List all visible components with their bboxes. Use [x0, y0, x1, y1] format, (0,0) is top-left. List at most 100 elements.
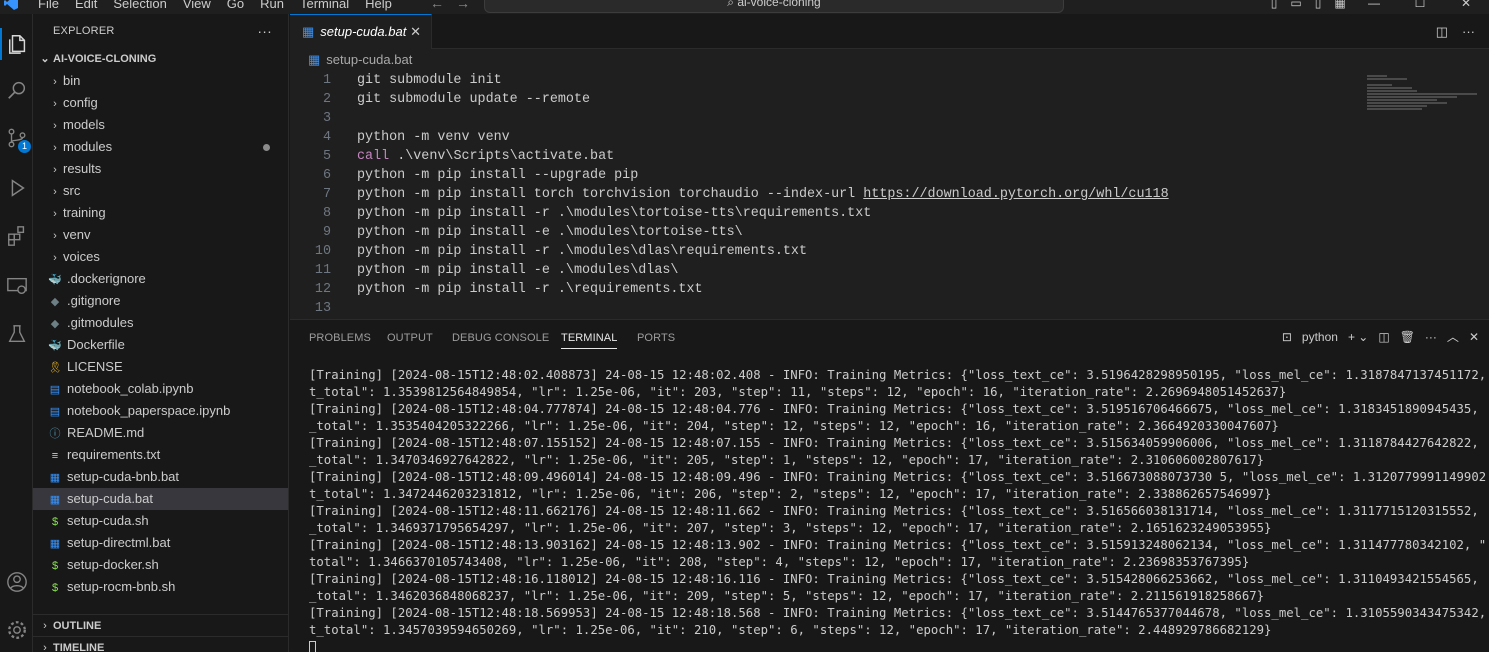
code-editor[interactable]: ▦ setup-cuda.bat 1 git submodule init 2 git …	[290, 49, 1489, 319]
more-actions-icon[interactable]: ···	[257, 14, 272, 48]
tab-debug-console[interactable]: DEBUG CONSOLE	[452, 332, 549, 344]
trash-icon[interactable]: 🗑	[1400, 330, 1415, 344]
run-debug-icon[interactable]	[0, 172, 33, 204]
file-item[interactable]: ≡ requirements.txt	[33, 444, 288, 466]
chevron-right-icon: ›	[53, 120, 57, 132]
file-item[interactable]: ▦ setup-cuda.bat	[33, 488, 288, 510]
tab-ports[interactable]: PORTS	[637, 332, 675, 344]
chevron-right-icon: ›	[53, 164, 57, 176]
close-panel-icon[interactable]: ✕	[1469, 330, 1479, 344]
new-terminal-icon[interactable]: + ⌄	[1348, 330, 1368, 344]
file-label: setup-rocm-bnb.sh	[67, 579, 176, 594]
remote-explorer-icon[interactable]	[0, 270, 33, 302]
maximize-button[interactable]: ☐	[1397, 0, 1443, 10]
menu-item-terminal[interactable]: Terminal	[292, 0, 357, 12]
search-icon[interactable]	[0, 74, 33, 106]
folder-models[interactable]: › models	[33, 114, 288, 136]
chevron-right-icon: ›	[43, 620, 47, 632]
close-window-button[interactable]: ✕	[1443, 0, 1489, 10]
close-icon[interactable]: ✕	[410, 15, 421, 49]
menu-item-edit[interactable]: Edit	[67, 0, 105, 12]
windows-icon: ▦	[49, 472, 61, 484]
toggle-panel-icon[interactable]: ▭	[1285, 0, 1307, 10]
file-item[interactable]: 🐳 .dockerignore	[33, 268, 288, 290]
folder-config[interactable]: › config	[33, 92, 288, 114]
tab-terminal[interactable]: TERMINAL	[561, 332, 618, 349]
file-item[interactable]: ◆ .gitignore	[33, 290, 288, 312]
extensions-icon[interactable]	[0, 220, 33, 252]
title-bar: File Edit Selection View Go Run Terminal Help ←…	[0, 0, 1489, 14]
line-content: git submodule update --remote	[357, 92, 591, 107]
customize-layout-icon[interactable]: ▦	[1329, 0, 1351, 10]
file-label: notebook_paperspace.ipynb	[67, 403, 231, 418]
file-label: requirements.txt	[67, 447, 161, 462]
code-line: 11 python -m pip install -e .\modules\dla…	[290, 261, 1489, 280]
menu-item-go[interactable]: Go	[219, 0, 252, 12]
command-center[interactable]: ⌕ ai-voice-cloning	[484, 0, 1064, 13]
folder-label: modules	[63, 139, 113, 154]
terminal-line: total": 1.3466370105743408, "lr": 1.25e-…	[309, 555, 1250, 569]
file-item[interactable]: ▦ setup-cuda-bnb.bat	[33, 466, 288, 488]
tab-problems[interactable]: PROBLEMS	[309, 332, 371, 344]
code-line: 5 call .\venv\Scripts\activate.bat	[290, 147, 1489, 166]
minimize-button[interactable]: —	[1351, 0, 1397, 10]
menu-item-help[interactable]: Help	[357, 0, 400, 12]
menu-bar: File Edit Selection View Go Run Terminal Help	[30, 0, 400, 12]
forward-arrow-icon[interactable]: →	[456, 0, 470, 11]
folder-src[interactable]: › src	[33, 180, 288, 202]
breadcrumb[interactable]: ▦ setup-cuda.bat	[290, 49, 1489, 71]
back-arrow-icon[interactable]: ←	[430, 0, 444, 11]
folder-bin[interactable]: › bin	[33, 70, 288, 92]
account-icon[interactable]	[0, 566, 33, 598]
menu-item-run[interactable]: Run	[252, 0, 292, 12]
minimap[interactable]	[1367, 75, 1477, 125]
file-item[interactable]: 🐳 Dockerfile	[33, 334, 288, 356]
file-item[interactable]: ⓘ README.md	[33, 422, 288, 444]
more-actions-icon[interactable]: ···	[1425, 330, 1437, 344]
folder-voices[interactable]: › voices	[33, 246, 288, 268]
menu-item-view[interactable]: View	[175, 0, 219, 12]
line-number: 11	[314, 263, 331, 278]
toggle-sidebar-icon[interactable]: ▯	[1263, 0, 1285, 10]
line-text: python -m pip install -r .\requirements.…	[357, 280, 703, 299]
project-root[interactable]: ⌄ AI-VOICE-CLONING	[33, 48, 288, 70]
windows-icon: ▦	[302, 24, 315, 39]
timeline-section[interactable]: › TIMELINE	[33, 636, 288, 652]
shell-icon: $	[51, 582, 59, 594]
folder-venv[interactable]: › venv	[33, 224, 288, 246]
file-item[interactable]: $ setup-rocm-bnb.sh	[33, 576, 288, 598]
code-lines: 1 git submodule init 2 git submodule update…	[290, 71, 1489, 318]
file-item[interactable]: ▤ notebook_colab.ipynb	[33, 378, 288, 400]
folder-label: venv	[63, 227, 91, 242]
terminal-line: _total": 1.3462036848068237, "lr": 1.25e…	[309, 589, 1265, 603]
maximize-panel-icon[interactable]: ︿	[1447, 328, 1459, 345]
file-item[interactable]: ◆ .gitmodules	[33, 312, 288, 334]
split-editor-icon[interactable]: ◫	[1436, 24, 1448, 39]
settings-gear-icon[interactable]	[0, 614, 33, 646]
file-item[interactable]: 🎗 LICENSE	[33, 356, 288, 378]
code-line: 2 git submodule update --remote	[290, 90, 1489, 109]
folder-modules[interactable]: › modules	[33, 136, 288, 158]
file-item[interactable]: $ setup-cuda.sh	[33, 510, 288, 532]
terminal-output[interactable]: [Training] [2024-08-15T12:48:02.408873] …	[309, 367, 1487, 652]
explorer-icon[interactable]	[0, 28, 33, 60]
split-terminal-icon[interactable]: ◫	[1378, 330, 1389, 344]
terminal-name[interactable]: python	[1302, 330, 1338, 344]
tab-output[interactable]: OUTPUT	[387, 332, 433, 344]
menu-item-file[interactable]: File	[30, 0, 67, 12]
file-item[interactable]: ▤ notebook_paperspace.ipynb	[33, 400, 288, 422]
tab-setup-cuda-bat[interactable]: ▦ setup-cuda.bat ✕	[290, 14, 432, 49]
folder-training[interactable]: › training	[33, 202, 288, 224]
nav-arrows: ← →	[430, 0, 482, 11]
url-link[interactable]: https://download.pytorch.org/whl/cu118	[863, 187, 1168, 202]
file-item[interactable]: ▦ setup-directml.bat	[33, 532, 288, 554]
folder-results[interactable]: › results	[33, 158, 288, 180]
file-item[interactable]: $ setup-docker.sh	[33, 554, 288, 576]
testing-icon[interactable]	[0, 318, 33, 350]
menu-item-selection[interactable]: Selection	[105, 0, 174, 12]
code-line: 1 git submodule init	[290, 71, 1489, 90]
outline-section[interactable]: › OUTLINE	[33, 614, 288, 636]
more-actions-icon[interactable]: ···	[1462, 24, 1475, 39]
toggle-secondary-sidebar-icon[interactable]: ▯	[1307, 0, 1329, 10]
source-control-icon[interactable]: 1	[0, 122, 33, 154]
